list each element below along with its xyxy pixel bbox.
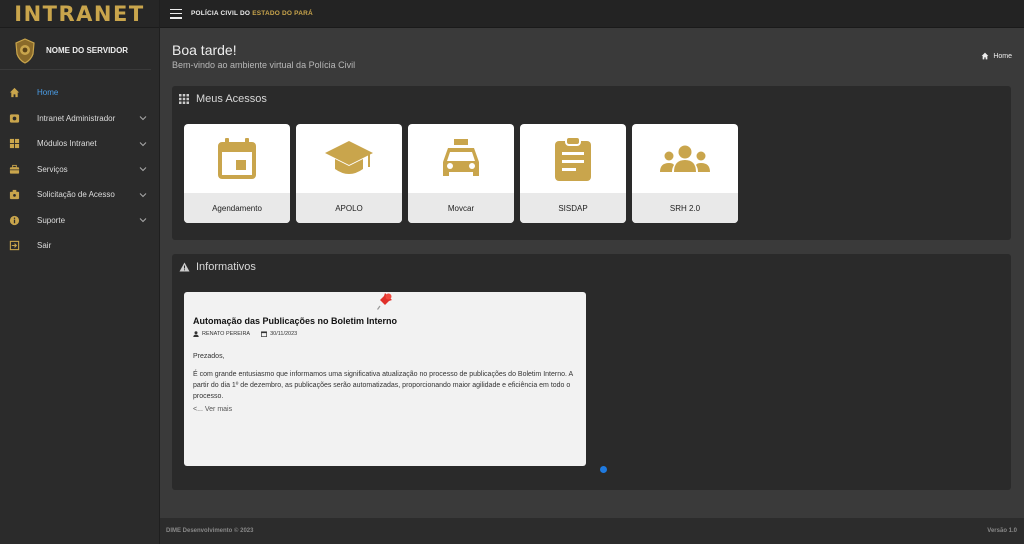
home-icon [981,52,989,60]
graduation-cap-icon [296,124,402,193]
topbar: POLÍCIA CIVIL DO ESTADO DO PARÁ [160,0,1024,28]
chevron-down-icon [139,192,147,197]
grid-icon [178,93,190,105]
post-author: RENATO PEREIRA [202,331,251,337]
sidebar: INTRANET NOME DO SERVIDOR Home Intranet … [0,0,160,544]
sidebar-item-sair[interactable]: Sair [0,233,159,259]
news-post[interactable]: Automação das Publicações no Boletim Int… [184,292,586,466]
sidebar-item-label: Serviços [37,164,68,174]
topbar-title-accent: ESTADO DO PARÁ [252,10,313,17]
chevron-down-icon [139,167,147,172]
sidebar-item-home[interactable]: Home [0,80,159,106]
people-icon [632,124,738,193]
post-greeting: Prezados, [193,353,225,360]
footer: DIME Desenvolvimento © 2023 Versão 1.0 [160,518,1024,544]
sidebar-menu: Home Intranet Administrador Módulos Intr… [0,80,159,259]
chevron-down-icon [139,141,147,146]
pushpin-icon [377,293,392,310]
chevron-down-icon [139,218,147,223]
calendar-icon [261,331,268,337]
info-icon [8,214,20,226]
clipboard-icon [520,124,626,193]
tile-srh[interactable]: SRH 2.0 [632,124,738,223]
sidebar-item-label: Suporte [37,215,66,225]
tile-movcar[interactable]: Movcar [408,124,514,223]
tile-label: Movcar [408,193,514,223]
modules-icon [8,138,20,150]
tile-label: SISDAP [520,193,626,223]
carousel-indicator[interactable] [600,466,607,473]
sidebar-item-intranet-administrador[interactable]: Intranet Administrador [0,106,159,132]
informativos-title: Informativos [196,261,256,273]
sidebar-item-suporte[interactable]: Suporte [0,208,159,234]
meus-acessos-header: Meus Acessos [172,86,1011,112]
breadcrumb[interactable]: Home [981,52,1012,60]
tile-label: Agendamento [184,193,290,223]
sidebar-item-label: Solicitação de Acesso [37,190,115,200]
page-subtitle: Bem-vindo ao ambiente virtual da Polícia… [172,60,356,70]
tile-apolo[interactable]: APOLO [296,124,402,223]
sidebar-item-servicos[interactable]: Serviços [0,157,159,183]
footer-copyright: DIME Desenvolvimento © 2023 [166,528,254,534]
sidebar-item-solicitacao-acesso[interactable]: Solicitação de Acesso [0,182,159,208]
main-content: Boa tarde! Bem-vindo ao ambiente virtual… [160,28,1024,518]
sidebar-item-label: Intranet Administrador [37,113,116,123]
police-badge-icon [14,37,36,64]
tile-label: SRH 2.0 [632,193,738,223]
breadcrumb-home: Home [993,52,1012,60]
user-icon [193,331,199,337]
access-tiles: Agendamento APOLO Movcar SISDAP SRH 2.0 [184,124,738,223]
car-icon [408,124,514,193]
brand-logo[interactable]: INTRANET [0,0,159,28]
user-panel[interactable]: NOME DO SERVIDOR [0,32,151,70]
logout-icon [8,240,20,252]
warning-icon [178,261,190,273]
page-title: Boa tarde! [172,42,237,58]
sidebar-item-label: Sair [37,241,52,251]
sidebar-item-label: Módulos Intranet [37,139,97,149]
user-name: NOME DO SERVIDOR [46,46,129,55]
post-body: Prezados, É com grande entusiasmo que in… [193,351,577,402]
admin-icon [8,112,20,124]
post-meta: RENATO PEREIRA 30/11/2023 [193,331,577,337]
home-icon [8,87,20,99]
informativos-header: Informativos [172,254,1011,280]
meus-acessos-title: Meus Acessos [196,93,267,105]
briefcase-icon [8,163,20,175]
tile-sisdap[interactable]: SISDAP [520,124,626,223]
brand-title: INTRANET [14,1,145,26]
meus-acessos-card: Meus Acessos Agendamento APOLO Movcar SI… [172,86,1011,240]
footer-version: Versão 1.0 [987,528,1017,534]
chevron-down-icon [139,116,147,121]
post-text: É com grande entusiasmo que informamos u… [193,371,573,400]
topbar-title: POLÍCIA CIVIL DO ESTADO DO PARÁ [191,10,313,17]
access-request-icon [8,189,20,201]
hamburger-menu-icon[interactable] [170,8,182,19]
calendar-icon [184,124,290,193]
informativos-card: Informativos Automação das Publicações n… [172,254,1011,490]
post-title: Automação das Publicações no Boletim Int… [193,316,398,326]
sidebar-item-modulos-intranet[interactable]: Módulos Intranet [0,131,159,157]
sidebar-item-label: Home [37,88,59,98]
tile-label: APOLO [296,193,402,223]
post-date: 30/11/2023 [270,331,298,337]
read-more-link[interactable]: <... Ver mais [193,406,577,413]
tile-agendamento[interactable]: Agendamento [184,124,290,223]
topbar-title-main: POLÍCIA CIVIL DO [191,10,253,17]
